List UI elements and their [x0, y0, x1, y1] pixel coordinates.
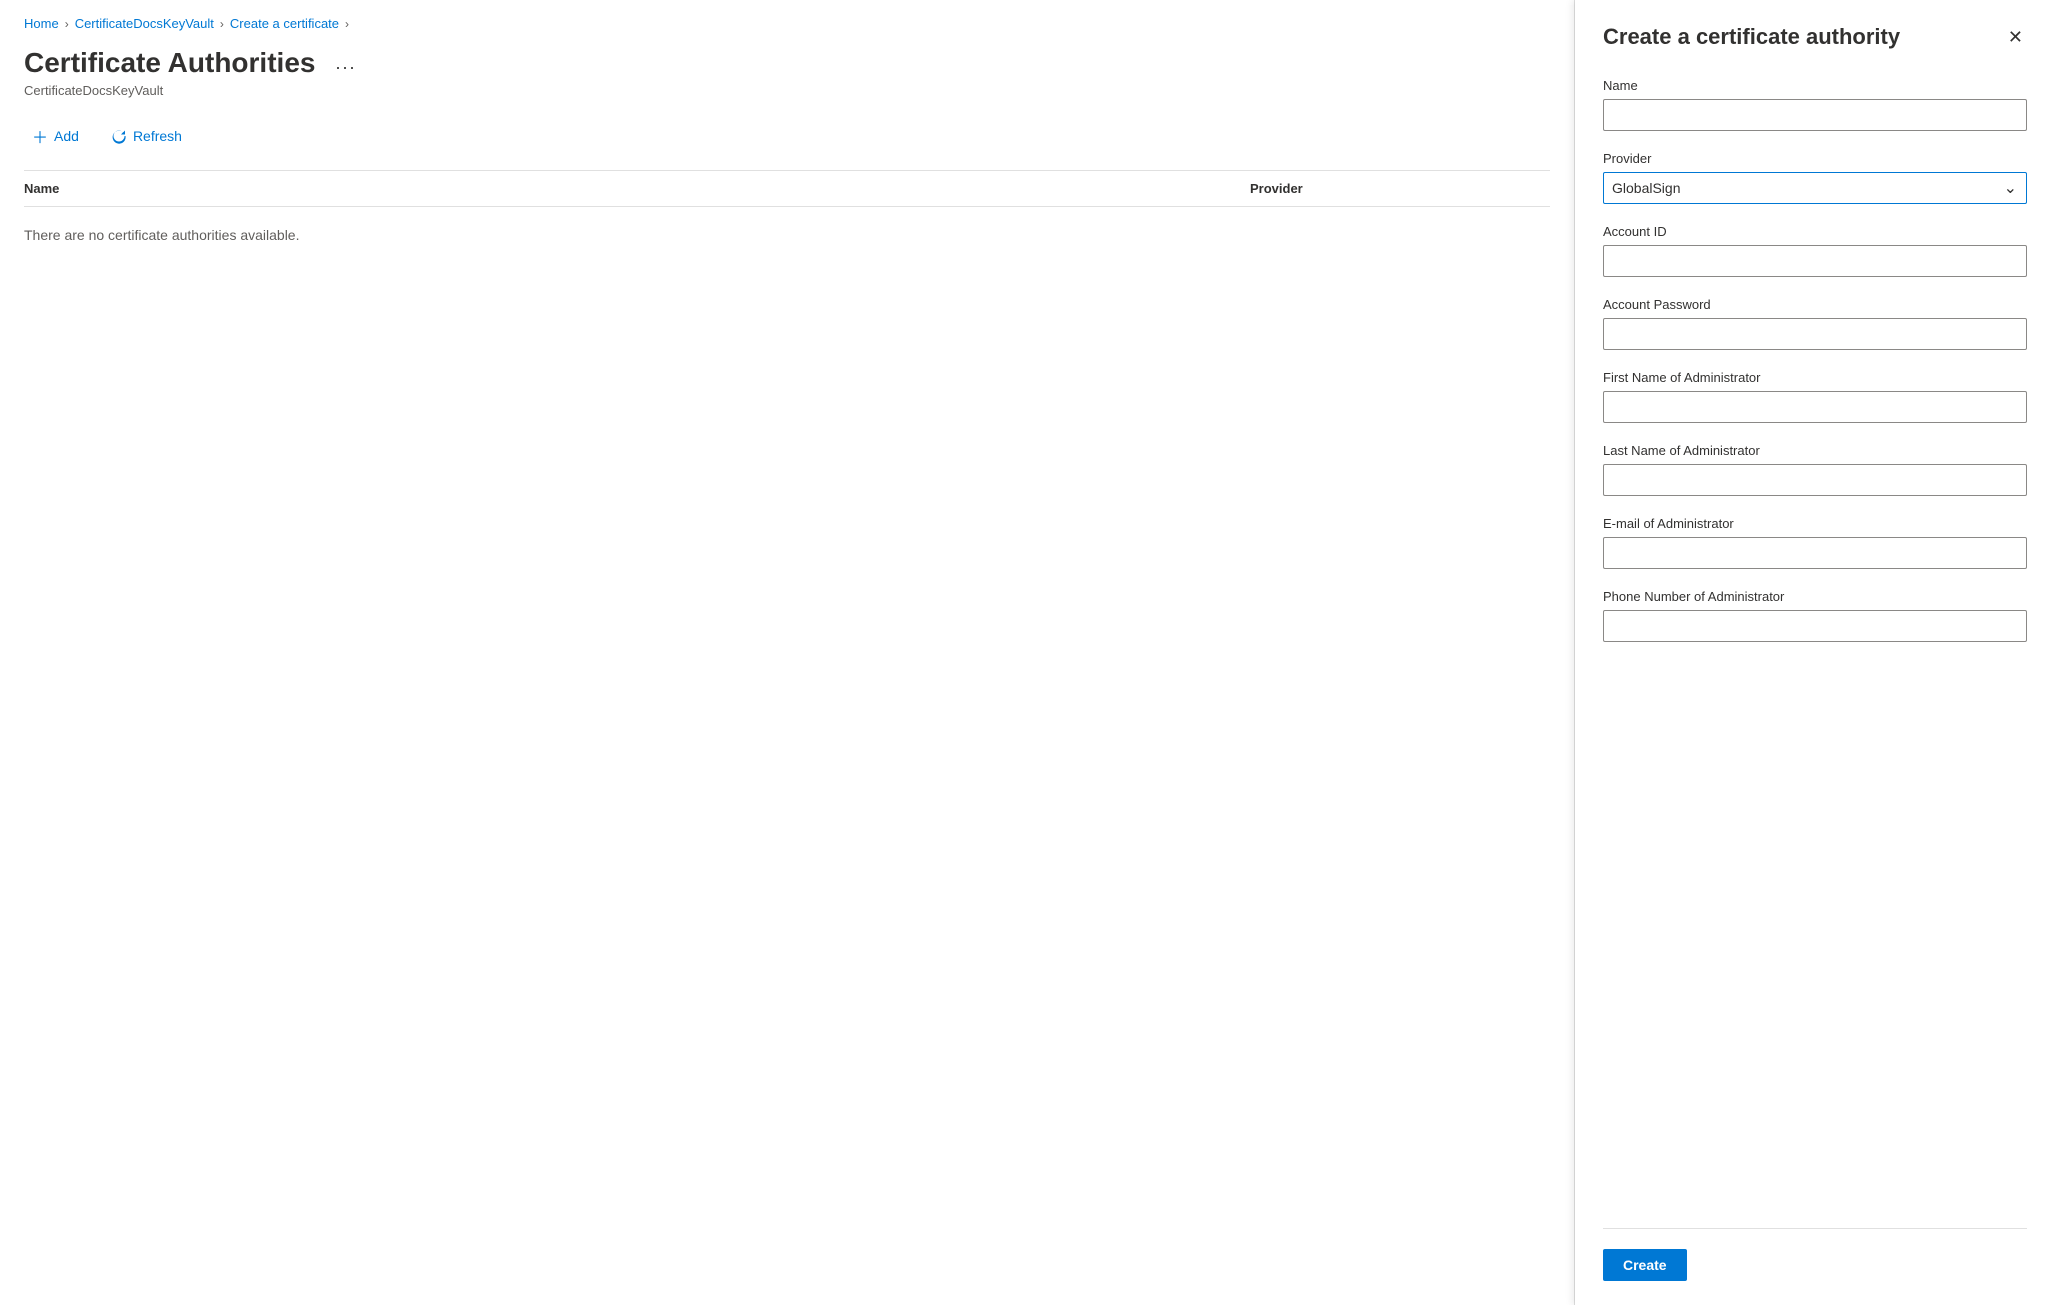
name-label: Name	[1603, 78, 2027, 93]
phone-input[interactable]	[1603, 610, 2027, 642]
table-header: Name Provider	[24, 171, 1550, 207]
first-name-field: First Name of Administrator	[1603, 370, 2027, 423]
refresh-label: Refresh	[133, 128, 182, 144]
breadcrumb-sep-2: ›	[220, 17, 224, 31]
last-name-field: Last Name of Administrator	[1603, 443, 2027, 496]
account-id-input[interactable]	[1603, 245, 2027, 277]
account-password-field: Account Password	[1603, 297, 2027, 350]
name-field: Name	[1603, 78, 2027, 131]
plus-icon: ＋	[32, 124, 48, 148]
breadcrumb: Home › CertificateDocsKeyVault › Create …	[24, 16, 1550, 31]
page-subtitle: CertificateDocsKeyVault	[24, 83, 1550, 98]
breadcrumb-sep-1: ›	[65, 17, 69, 31]
email-input[interactable]	[1603, 537, 2027, 569]
add-label: Add	[54, 128, 79, 144]
refresh-button[interactable]: Refresh	[103, 122, 190, 150]
provider-field: Provider GlobalSign DigiCert	[1603, 151, 2027, 204]
provider-select[interactable]: GlobalSign DigiCert	[1603, 172, 2027, 204]
right-panel: Create a certificate authority ✕ Name Pr…	[1575, 0, 2055, 1305]
account-password-label: Account Password	[1603, 297, 2027, 312]
name-input[interactable]	[1603, 99, 2027, 131]
refresh-icon	[111, 128, 127, 144]
col-name-header: Name	[24, 181, 1250, 196]
provider-select-wrapper: GlobalSign DigiCert	[1603, 172, 2027, 204]
account-id-field: Account ID	[1603, 224, 2027, 277]
breadcrumb-home[interactable]: Home	[24, 16, 59, 31]
toolbar: ＋ Add Refresh	[24, 118, 1550, 154]
account-id-label: Account ID	[1603, 224, 2027, 239]
panel-header: Create a certificate authority ✕	[1603, 24, 2027, 50]
breadcrumb-create-cert[interactable]: Create a certificate	[230, 16, 339, 31]
page-header: Certificate Authorities ...	[24, 47, 1550, 79]
last-name-label: Last Name of Administrator	[1603, 443, 2027, 458]
col-provider-header: Provider	[1250, 181, 1550, 196]
empty-state-message: There are no certificate authorities ava…	[24, 207, 1550, 263]
account-password-input[interactable]	[1603, 318, 2027, 350]
panel-footer: Create	[1603, 1228, 2027, 1281]
panel-title: Create a certificate authority	[1603, 24, 1900, 50]
page-title: Certificate Authorities	[24, 47, 315, 79]
last-name-input[interactable]	[1603, 464, 2027, 496]
add-button[interactable]: ＋ Add	[24, 118, 87, 154]
breadcrumb-sep-3: ›	[345, 17, 349, 31]
more-options-button[interactable]: ...	[327, 49, 364, 78]
email-field: E-mail of Administrator	[1603, 516, 2027, 569]
left-panel: Home › CertificateDocsKeyVault › Create …	[0, 0, 1575, 1305]
email-label: E-mail of Administrator	[1603, 516, 2027, 531]
phone-label: Phone Number of Administrator	[1603, 589, 2027, 604]
close-panel-button[interactable]: ✕	[2004, 24, 2027, 50]
first-name-input[interactable]	[1603, 391, 2027, 423]
form-content: Name Provider GlobalSign DigiCert Accoun…	[1603, 78, 2027, 1220]
create-button[interactable]: Create	[1603, 1249, 1687, 1281]
first-name-label: First Name of Administrator	[1603, 370, 2027, 385]
provider-label: Provider	[1603, 151, 2027, 166]
breadcrumb-keyvault[interactable]: CertificateDocsKeyVault	[75, 16, 214, 31]
phone-field: Phone Number of Administrator	[1603, 589, 2027, 642]
